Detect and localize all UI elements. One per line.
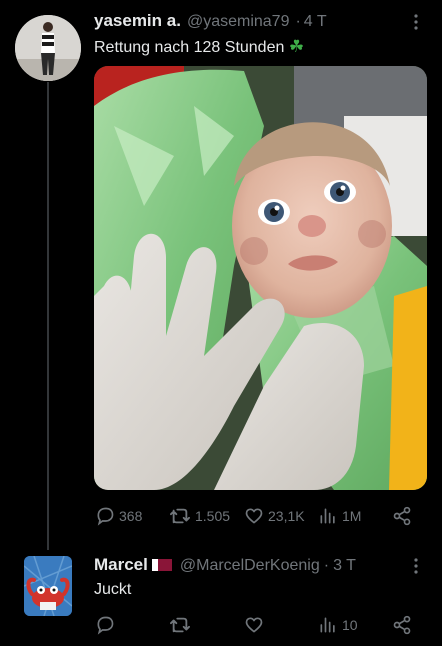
views-icon [320, 617, 335, 633]
like-icon [245, 617, 263, 633]
reply-retweet-button[interactable] [169, 615, 191, 635]
reply-avatar[interactable] [24, 556, 72, 616]
tweet-photo[interactable] [94, 66, 427, 490]
reply-separator: · [323, 557, 330, 574]
reply-handle[interactable]: @MarcelDerKoenig [180, 557, 320, 575]
reply-views-count: 10 [342, 617, 358, 633]
retweet-icon [170, 617, 190, 633]
retweet-icon [170, 508, 190, 524]
handle[interactable]: @yasemina79 [187, 13, 290, 31]
reply-icon [97, 507, 114, 526]
tweet-text: Rettung nach 128 Stunden ☘ [94, 37, 304, 57]
timestamp[interactable]: 4 T [304, 13, 327, 31]
reply-share-button[interactable] [392, 615, 412, 635]
reply-reply-button[interactable] [95, 615, 115, 635]
display-name[interactable]: yasemin a. [94, 11, 181, 31]
reply-like-button[interactable] [244, 615, 264, 635]
like-icon [245, 508, 263, 524]
retweet-button[interactable]: 1.505 [169, 506, 230, 526]
retweet-count: 1.505 [195, 508, 231, 524]
reply-views-button[interactable]: 10 [318, 615, 358, 635]
reply-header: Marcel @MarcelDerKoenig · 3 T [94, 555, 356, 575]
reply-button[interactable]: 368 [95, 506, 142, 526]
reply-timestamp[interactable]: 3 T [333, 557, 356, 575]
reply-display-name[interactable]: Marcel [94, 555, 148, 575]
avatar[interactable] [15, 15, 81, 81]
thread-line [47, 82, 49, 550]
separator: · [295, 13, 301, 30]
share-icon [393, 506, 411, 526]
reply-more-icon[interactable] [412, 558, 420, 574]
views-button[interactable]: 1M [318, 506, 361, 526]
like-button[interactable]: 23,1K [244, 506, 305, 526]
views-icon [320, 508, 335, 524]
reply-icon [97, 616, 114, 635]
views-count: 1M [342, 508, 362, 524]
flag-icon [151, 559, 172, 571]
share-button[interactable] [392, 506, 412, 526]
like-count: 23,1K [268, 508, 305, 524]
clover-icon: ☘ [288, 37, 305, 56]
tweet-header: yasemin a. @yasemina79 · 4 T [94, 11, 327, 31]
reply-text: Juckt [94, 581, 132, 598]
reply-count: 368 [119, 508, 143, 524]
tweet-text-content: Rettung nach 128 Stunden [94, 39, 285, 56]
share-icon [393, 615, 411, 635]
more-icon[interactable] [412, 14, 420, 30]
